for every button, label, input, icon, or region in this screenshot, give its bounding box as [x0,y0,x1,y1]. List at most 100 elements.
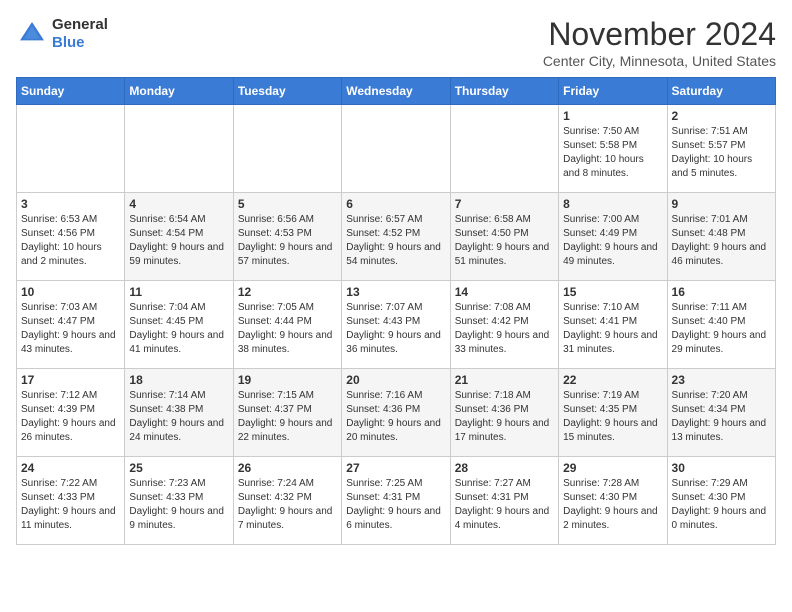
calendar-cell: 26Sunrise: 7:24 AM Sunset: 4:32 PM Dayli… [233,457,341,545]
calendar-week-row: 1 Sunrise: 7:50 AM Sunset: 5:58 PM Daylig… [17,105,776,193]
day-info: Sunrise: 6:54 AM Sunset: 4:54 PM Dayligh… [129,213,228,269]
calendar-cell [342,105,450,193]
location: Center City, Minnesota, United States [543,53,776,69]
day-info: Sunrise: 7:01 AM Sunset: 4:48 PM Dayligh… [672,213,771,269]
day-info: Sunrise: 7:16 AM Sunset: 4:36 PM Dayligh… [346,389,445,445]
calendar-cell: 21Sunrise: 7:18 AM Sunset: 4:36 PM Dayli… [450,369,558,457]
title-area: November 2024 Center City, Minnesota, Un… [543,16,776,69]
day-info: Sunrise: 7:19 AM Sunset: 4:35 PM Dayligh… [563,389,662,445]
calendar-cell: 7Sunrise: 6:58 AM Sunset: 4:50 PM Daylig… [450,193,558,281]
month-title: November 2024 [543,16,776,53]
calendar-body: 1 Sunrise: 7:50 AM Sunset: 5:58 PM Daylig… [17,105,776,545]
calendar: SundayMondayTuesdayWednesdayThursdayFrid… [16,77,776,545]
calendar-cell: 28Sunrise: 7:27 AM Sunset: 4:31 PM Dayli… [450,457,558,545]
calendar-cell: 24 Sunrise: 7:22 AM Sunset: 4:33 PM Dayli… [17,457,125,545]
day-info: Sunrise: 7:04 AM Sunset: 4:45 PM Dayligh… [129,301,228,357]
day-number: 10 [21,285,120,299]
calendar-cell: 17 Sunrise: 7:12 AM Sunset: 4:39 PM Dayli… [17,369,125,457]
day-number: 1 [563,109,662,123]
calendar-cell: 13 Sunrise: 7:07 AM Sunset: 4:43 PM Dayli… [342,281,450,369]
logo-text: General Blue [52,16,108,52]
calendar-cell [17,105,125,193]
day-number: 13 [346,285,445,299]
day-info: Sunrise: 7:03 AM Sunset: 4:47 PM Dayligh… [21,301,120,357]
day-number: 12 [238,285,337,299]
day-number: 19 [238,373,337,387]
day-number: 14 [455,285,554,299]
calendar-cell [450,105,558,193]
day-info: Sunrise: 7:00 AM Sunset: 4:49 PM Dayligh… [563,213,662,269]
day-number: 6 [346,197,445,211]
weekday-header-row: SundayMondayTuesdayWednesdayThursdayFrid… [17,78,776,105]
calendar-cell: 23Sunrise: 7:20 AM Sunset: 4:34 PM Dayli… [667,369,775,457]
day-number: 15 [563,285,662,299]
weekday-header-cell: Monday [125,78,233,105]
day-number: 26 [238,461,337,475]
day-number: 30 [672,461,771,475]
day-number: 22 [563,373,662,387]
day-info: Sunrise: 7:22 AM Sunset: 4:33 PM Dayligh… [21,477,120,533]
day-number: 20 [346,373,445,387]
day-info: Sunrise: 7:15 AM Sunset: 4:37 PM Dayligh… [238,389,337,445]
calendar-cell: 4 Sunrise: 6:54 AM Sunset: 4:54 PM Daylig… [125,193,233,281]
day-info: Sunrise: 7:51 AM Sunset: 5:57 PM Dayligh… [672,125,771,181]
calendar-cell: 12 Sunrise: 7:05 AM Sunset: 4:44 PM Dayli… [233,281,341,369]
day-number: 27 [346,461,445,475]
day-number: 4 [129,197,228,211]
calendar-cell: 1 Sunrise: 7:50 AM Sunset: 5:58 PM Daylig… [559,105,667,193]
calendar-cell: 6 Sunrise: 6:57 AM Sunset: 4:52 PM Daylig… [342,193,450,281]
calendar-week-row: 24 Sunrise: 7:22 AM Sunset: 4:33 PM Dayli… [17,457,776,545]
weekday-header-cell: Tuesday [233,78,341,105]
day-number: 21 [455,373,554,387]
calendar-cell: 19 Sunrise: 7:15 AM Sunset: 4:37 PM Dayli… [233,369,341,457]
calendar-cell: 22 Sunrise: 7:19 AM Sunset: 4:35 PM Dayli… [559,369,667,457]
day-info: Sunrise: 7:28 AM Sunset: 4:30 PM Dayligh… [563,477,662,533]
day-number: 11 [129,285,228,299]
day-info: Sunrise: 7:10 AM Sunset: 4:41 PM Dayligh… [563,301,662,357]
header: General Blue November 2024 Center City, … [16,16,776,69]
day-info: Sunrise: 7:29 AM Sunset: 4:30 PM Dayligh… [672,477,771,533]
day-info: Sunrise: 7:12 AM Sunset: 4:39 PM Dayligh… [21,389,120,445]
day-info: Sunrise: 7:07 AM Sunset: 4:43 PM Dayligh… [346,301,445,357]
calendar-cell: 15 Sunrise: 7:10 AM Sunset: 4:41 PM Dayli… [559,281,667,369]
day-number: 29 [563,461,662,475]
day-info: Sunrise: 6:57 AM Sunset: 4:52 PM Dayligh… [346,213,445,269]
calendar-cell: 16Sunrise: 7:11 AM Sunset: 4:40 PM Dayli… [667,281,775,369]
calendar-cell: 10 Sunrise: 7:03 AM Sunset: 4:47 PM Dayli… [17,281,125,369]
day-number: 8 [563,197,662,211]
logo: General Blue [16,16,108,52]
calendar-cell: 25Sunrise: 7:23 AM Sunset: 4:33 PM Dayli… [125,457,233,545]
calendar-cell: 8 Sunrise: 7:00 AM Sunset: 4:49 PM Daylig… [559,193,667,281]
calendar-cell [233,105,341,193]
calendar-cell: 11 Sunrise: 7:04 AM Sunset: 4:45 PM Dayli… [125,281,233,369]
calendar-cell: 18Sunrise: 7:14 AM Sunset: 4:38 PM Dayli… [125,369,233,457]
day-number: 28 [455,461,554,475]
logo-icon [16,18,48,50]
day-number: 2 [672,109,771,123]
day-number: 16 [672,285,771,299]
day-number: 17 [21,373,120,387]
day-number: 5 [238,197,337,211]
weekday-header-cell: Friday [559,78,667,105]
calendar-cell: 29 Sunrise: 7:28 AM Sunset: 4:30 PM Dayli… [559,457,667,545]
day-number: 3 [21,197,120,211]
calendar-cell: 5 Sunrise: 6:56 AM Sunset: 4:53 PM Daylig… [233,193,341,281]
day-info: Sunrise: 7:25 AM Sunset: 4:31 PM Dayligh… [346,477,445,533]
calendar-cell: 9Sunrise: 7:01 AM Sunset: 4:48 PM Daylig… [667,193,775,281]
day-info: Sunrise: 6:56 AM Sunset: 4:53 PM Dayligh… [238,213,337,269]
calendar-cell: 3 Sunrise: 6:53 AM Sunset: 4:56 PM Daylig… [17,193,125,281]
calendar-cell: 20 Sunrise: 7:16 AM Sunset: 4:36 PM Dayli… [342,369,450,457]
weekday-header-cell: Thursday [450,78,558,105]
calendar-cell: 30 Sunrise: 7:29 AM Sunset: 4:30 PM Dayli… [667,457,775,545]
day-info: Sunrise: 7:50 AM Sunset: 5:58 PM Dayligh… [563,125,662,181]
day-number: 23 [672,373,771,387]
day-info: Sunrise: 6:53 AM Sunset: 4:56 PM Dayligh… [21,213,120,269]
weekday-header-cell: Wednesday [342,78,450,105]
weekday-header-cell: Saturday [667,78,775,105]
calendar-cell: 14Sunrise: 7:08 AM Sunset: 4:42 PM Dayli… [450,281,558,369]
calendar-cell: 2 Sunrise: 7:51 AM Sunset: 5:57 PM Daylig… [667,105,775,193]
day-info: Sunrise: 7:05 AM Sunset: 4:44 PM Dayligh… [238,301,337,357]
day-number: 18 [129,373,228,387]
calendar-week-row: 17 Sunrise: 7:12 AM Sunset: 4:39 PM Dayli… [17,369,776,457]
day-number: 24 [21,461,120,475]
